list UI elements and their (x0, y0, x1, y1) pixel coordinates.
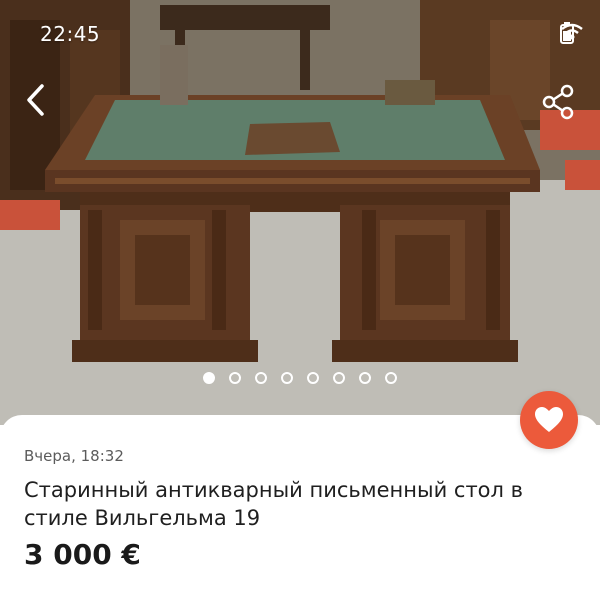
heart-icon (535, 407, 563, 432)
chevron-left-icon (27, 84, 44, 116)
status-time: 22:45 (40, 22, 101, 46)
gallery-dot[interactable] (229, 372, 241, 384)
desk-photo-illustration (0, 0, 600, 425)
listing-date: Вчера, 18:32 (24, 447, 124, 465)
gallery-dot[interactable] (385, 372, 397, 384)
back-button[interactable] (16, 80, 56, 120)
gallery-dot[interactable] (359, 372, 371, 384)
listing-price: 3 000 € (24, 538, 141, 571)
gallery-dot[interactable] (307, 372, 319, 384)
gallery-dot[interactable] (281, 372, 293, 384)
battery-icon (560, 22, 574, 44)
gallery-dot[interactable] (255, 372, 267, 384)
listing-photo[interactable]: 22:45 (0, 0, 600, 425)
gallery-dot[interactable] (333, 372, 345, 384)
share-icon (542, 84, 574, 120)
favorite-button[interactable] (520, 391, 578, 449)
share-button[interactable] (538, 82, 578, 122)
listing-title: Старинный антикварный письменный стол в … (24, 478, 524, 530)
gallery-dot[interactable] (203, 372, 215, 384)
gallery-pagination (0, 372, 600, 388)
